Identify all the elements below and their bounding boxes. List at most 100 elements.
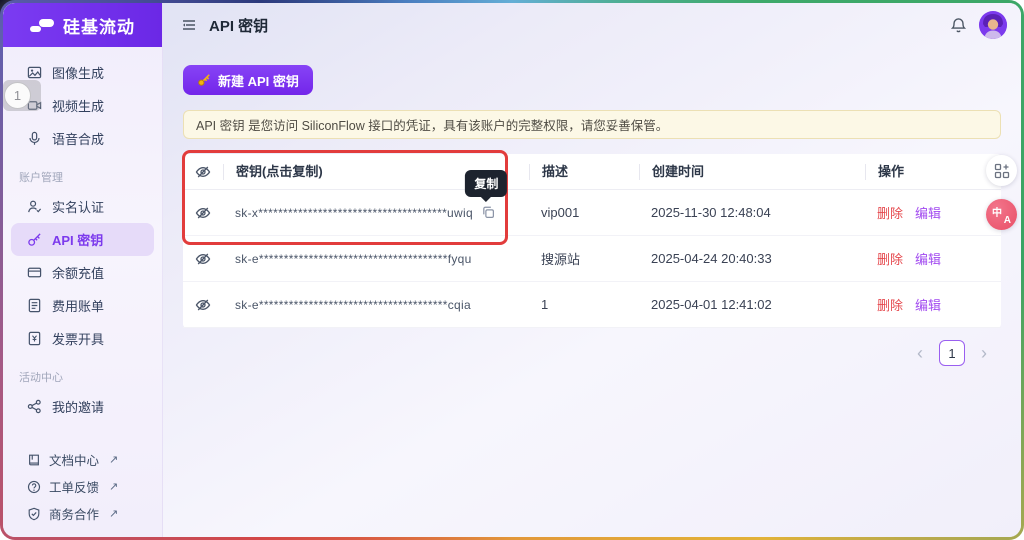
toggle-key-visibility[interactable] — [183, 205, 223, 221]
bell-icon[interactable] — [950, 17, 967, 34]
app-logo[interactable]: 硅基流动 — [3, 3, 162, 47]
eye-off-icon — [195, 251, 211, 267]
table-row: sk-e************************************… — [183, 282, 1001, 328]
microphone-icon — [29, 131, 40, 145]
external-link-icon: ↗ — [109, 454, 119, 466]
pagination: ‹ 1 › — [183, 340, 1001, 366]
sidebar-item-label: 实名认证 — [52, 200, 105, 215]
column-header-ops: 操作 — [865, 163, 1001, 180]
sidebar-item-business-cooperation[interactable]: 商务合作 ↗ — [3, 500, 162, 527]
translate-icon: 中 A — [992, 208, 1011, 226]
eye-off-icon — [195, 164, 211, 180]
table-row: sk-x************************************… — [183, 170, 1001, 236]
toggle-all-visibility[interactable] — [183, 164, 223, 180]
sidebar-item-label: 文档中心 — [49, 454, 100, 468]
main-panel: API 密钥 新建 API 密钥 API 密钥 是您访问 SiliconFlow… — [163, 3, 1021, 537]
translate-button[interactable]: 中 A — [986, 199, 1017, 230]
sidebar-item-speech-synthesis[interactable]: 语音合成 — [3, 122, 162, 155]
bill-icon — [28, 298, 41, 313]
api-key-masked[interactable]: sk-e************************************… — [235, 298, 471, 312]
sidebar-nav: 图像生成 视频生成 语音合成 账户管理 实名认证 API 密钥 余额充值 费用账… — [3, 47, 162, 537]
info-banner: API 密钥 是您访问 SiliconFlow 接口的凭证，具有该账户的完整权限… — [183, 110, 1001, 139]
person-check-icon — [28, 200, 42, 213]
image-icon — [27, 66, 42, 79]
widgets-button[interactable] — [986, 155, 1017, 186]
external-link-icon: ↗ — [109, 481, 119, 493]
sidebar-item-label: 语音合成 — [52, 132, 105, 147]
key-description: vip001 — [541, 205, 580, 220]
api-key-cell[interactable]: sk-x************************************… — [223, 170, 529, 220]
sidebar-item-label: API 密钥 — [52, 233, 104, 248]
sidebar-item-my-invitations[interactable]: 我的邀请 — [3, 390, 162, 423]
api-keys-table: 密钥(点击复制) 描述 创建时间 操作 sk-x****************… — [183, 154, 1001, 328]
credit-card-icon — [27, 267, 42, 278]
api-key-masked[interactable]: sk-e************************************… — [235, 252, 472, 266]
delete-key-link[interactable]: 删除 — [877, 203, 903, 222]
sidebar-item-label: 工单反馈 — [49, 481, 100, 495]
share-icon — [27, 399, 41, 414]
new-api-key-button[interactable]: 新建 API 密钥 — [183, 65, 313, 95]
main-header: API 密钥 — [163, 3, 1021, 47]
eye-off-icon — [195, 205, 211, 221]
sidebar-item-label: 费用账单 — [52, 299, 105, 314]
sidebar-collapse-icon[interactable] — [181, 17, 197, 33]
api-key-cell[interactable]: sk-e************************************… — [223, 298, 529, 312]
app-name: 硅基流动 — [63, 17, 135, 37]
chevron-left-icon[interactable]: ‹ — [917, 344, 923, 362]
edit-key-link[interactable]: 编辑 — [915, 295, 941, 314]
api-key-cell[interactable]: sk-e************************************… — [223, 252, 529, 266]
sidebar-item-label: 视频生成 — [52, 99, 105, 114]
invoice-icon — [28, 331, 41, 346]
sidebar-section-activity: 活动中心 — [19, 372, 63, 384]
edit-key-link[interactable]: 编辑 — [915, 249, 941, 268]
key-icon — [198, 74, 210, 86]
toggle-key-visibility[interactable] — [183, 251, 223, 267]
key-description: 搜源站 — [541, 252, 581, 267]
delete-key-link[interactable]: 删除 — [877, 295, 903, 314]
info-banner-text: API 密钥 是您访问 SiliconFlow 接口的凭证，具有该账户的完整权限… — [196, 119, 669, 133]
edit-key-link[interactable]: 编辑 — [915, 203, 941, 222]
user-avatar[interactable] — [979, 11, 1007, 39]
copy-tooltip: 复制 — [465, 170, 508, 197]
table-row: sk-e************************************… — [183, 236, 1001, 282]
chevron-right-icon[interactable]: › — [981, 344, 987, 362]
grid-plus-icon — [994, 163, 1009, 178]
page-number-button[interactable]: 1 — [939, 340, 965, 366]
sidebar-section-account: 账户管理 — [19, 172, 63, 184]
eye-off-icon — [195, 297, 211, 313]
sidebar-item-label: 我的邀请 — [52, 400, 105, 415]
sidebar-item-docs-center[interactable]: 文档中心 ↗ — [3, 446, 162, 473]
shield-icon — [28, 507, 40, 520]
key-created-time: 2025-04-01 12:41:02 — [651, 297, 772, 312]
delete-key-link[interactable]: 删除 — [877, 249, 903, 268]
sidebar-item-api-keys[interactable]: API 密钥 — [11, 223, 154, 256]
external-link-icon: ↗ — [109, 508, 119, 520]
logo-icon — [30, 18, 54, 32]
table-header-row: 密钥(点击复制) 描述 创建时间 操作 — [183, 154, 1001, 190]
key-created-time: 2025-04-24 20:40:33 — [651, 251, 772, 266]
sidebar-item-label: 商务合作 — [49, 508, 100, 522]
help-circle-icon — [27, 480, 41, 493]
sidebar-item-invoice[interactable]: 发票开具 — [3, 322, 162, 355]
key-icon — [28, 233, 41, 246]
app-window: 硅基流动 图像生成 视频生成 语音合成 账户管理 实名认证 API 密钥 余额充… — [3, 3, 1021, 537]
sidebar-item-ticket-feedback[interactable]: 工单反馈 ↗ — [3, 473, 162, 500]
key-created-time: 2025-11-30 12:48:04 — [651, 205, 771, 220]
content-area: 新建 API 密钥 API 密钥 是您访问 SiliconFlow 接口的凭证，… — [163, 47, 1021, 366]
column-header-created: 创建时间 — [639, 163, 865, 180]
sidebar-item-balance-recharge[interactable]: 余额充值 — [3, 256, 162, 289]
browser-window-frame: 硅基流动 图像生成 视频生成 语音合成 账户管理 实名认证 API 密钥 余额充… — [0, 0, 1024, 540]
sidebar-item-label: 图像生成 — [52, 66, 105, 81]
api-key-masked[interactable]: sk-x************************************… — [235, 206, 473, 220]
toggle-key-visibility[interactable] — [183, 297, 223, 313]
sidebar-item-billing[interactable]: 费用账单 — [3, 289, 162, 322]
avatar-illustration — [979, 11, 1007, 39]
key-description: 1 — [541, 297, 549, 312]
sidebar-item-realname-auth[interactable]: 实名认证 — [3, 190, 162, 223]
new-api-key-label: 新建 API 密钥 — [218, 73, 299, 89]
copy-key-button[interactable]: 复制 — [465, 170, 508, 220]
annotation-step-badge[interactable]: 1 — [4, 82, 31, 109]
copy-icon — [481, 205, 496, 220]
book-icon — [29, 454, 39, 465]
